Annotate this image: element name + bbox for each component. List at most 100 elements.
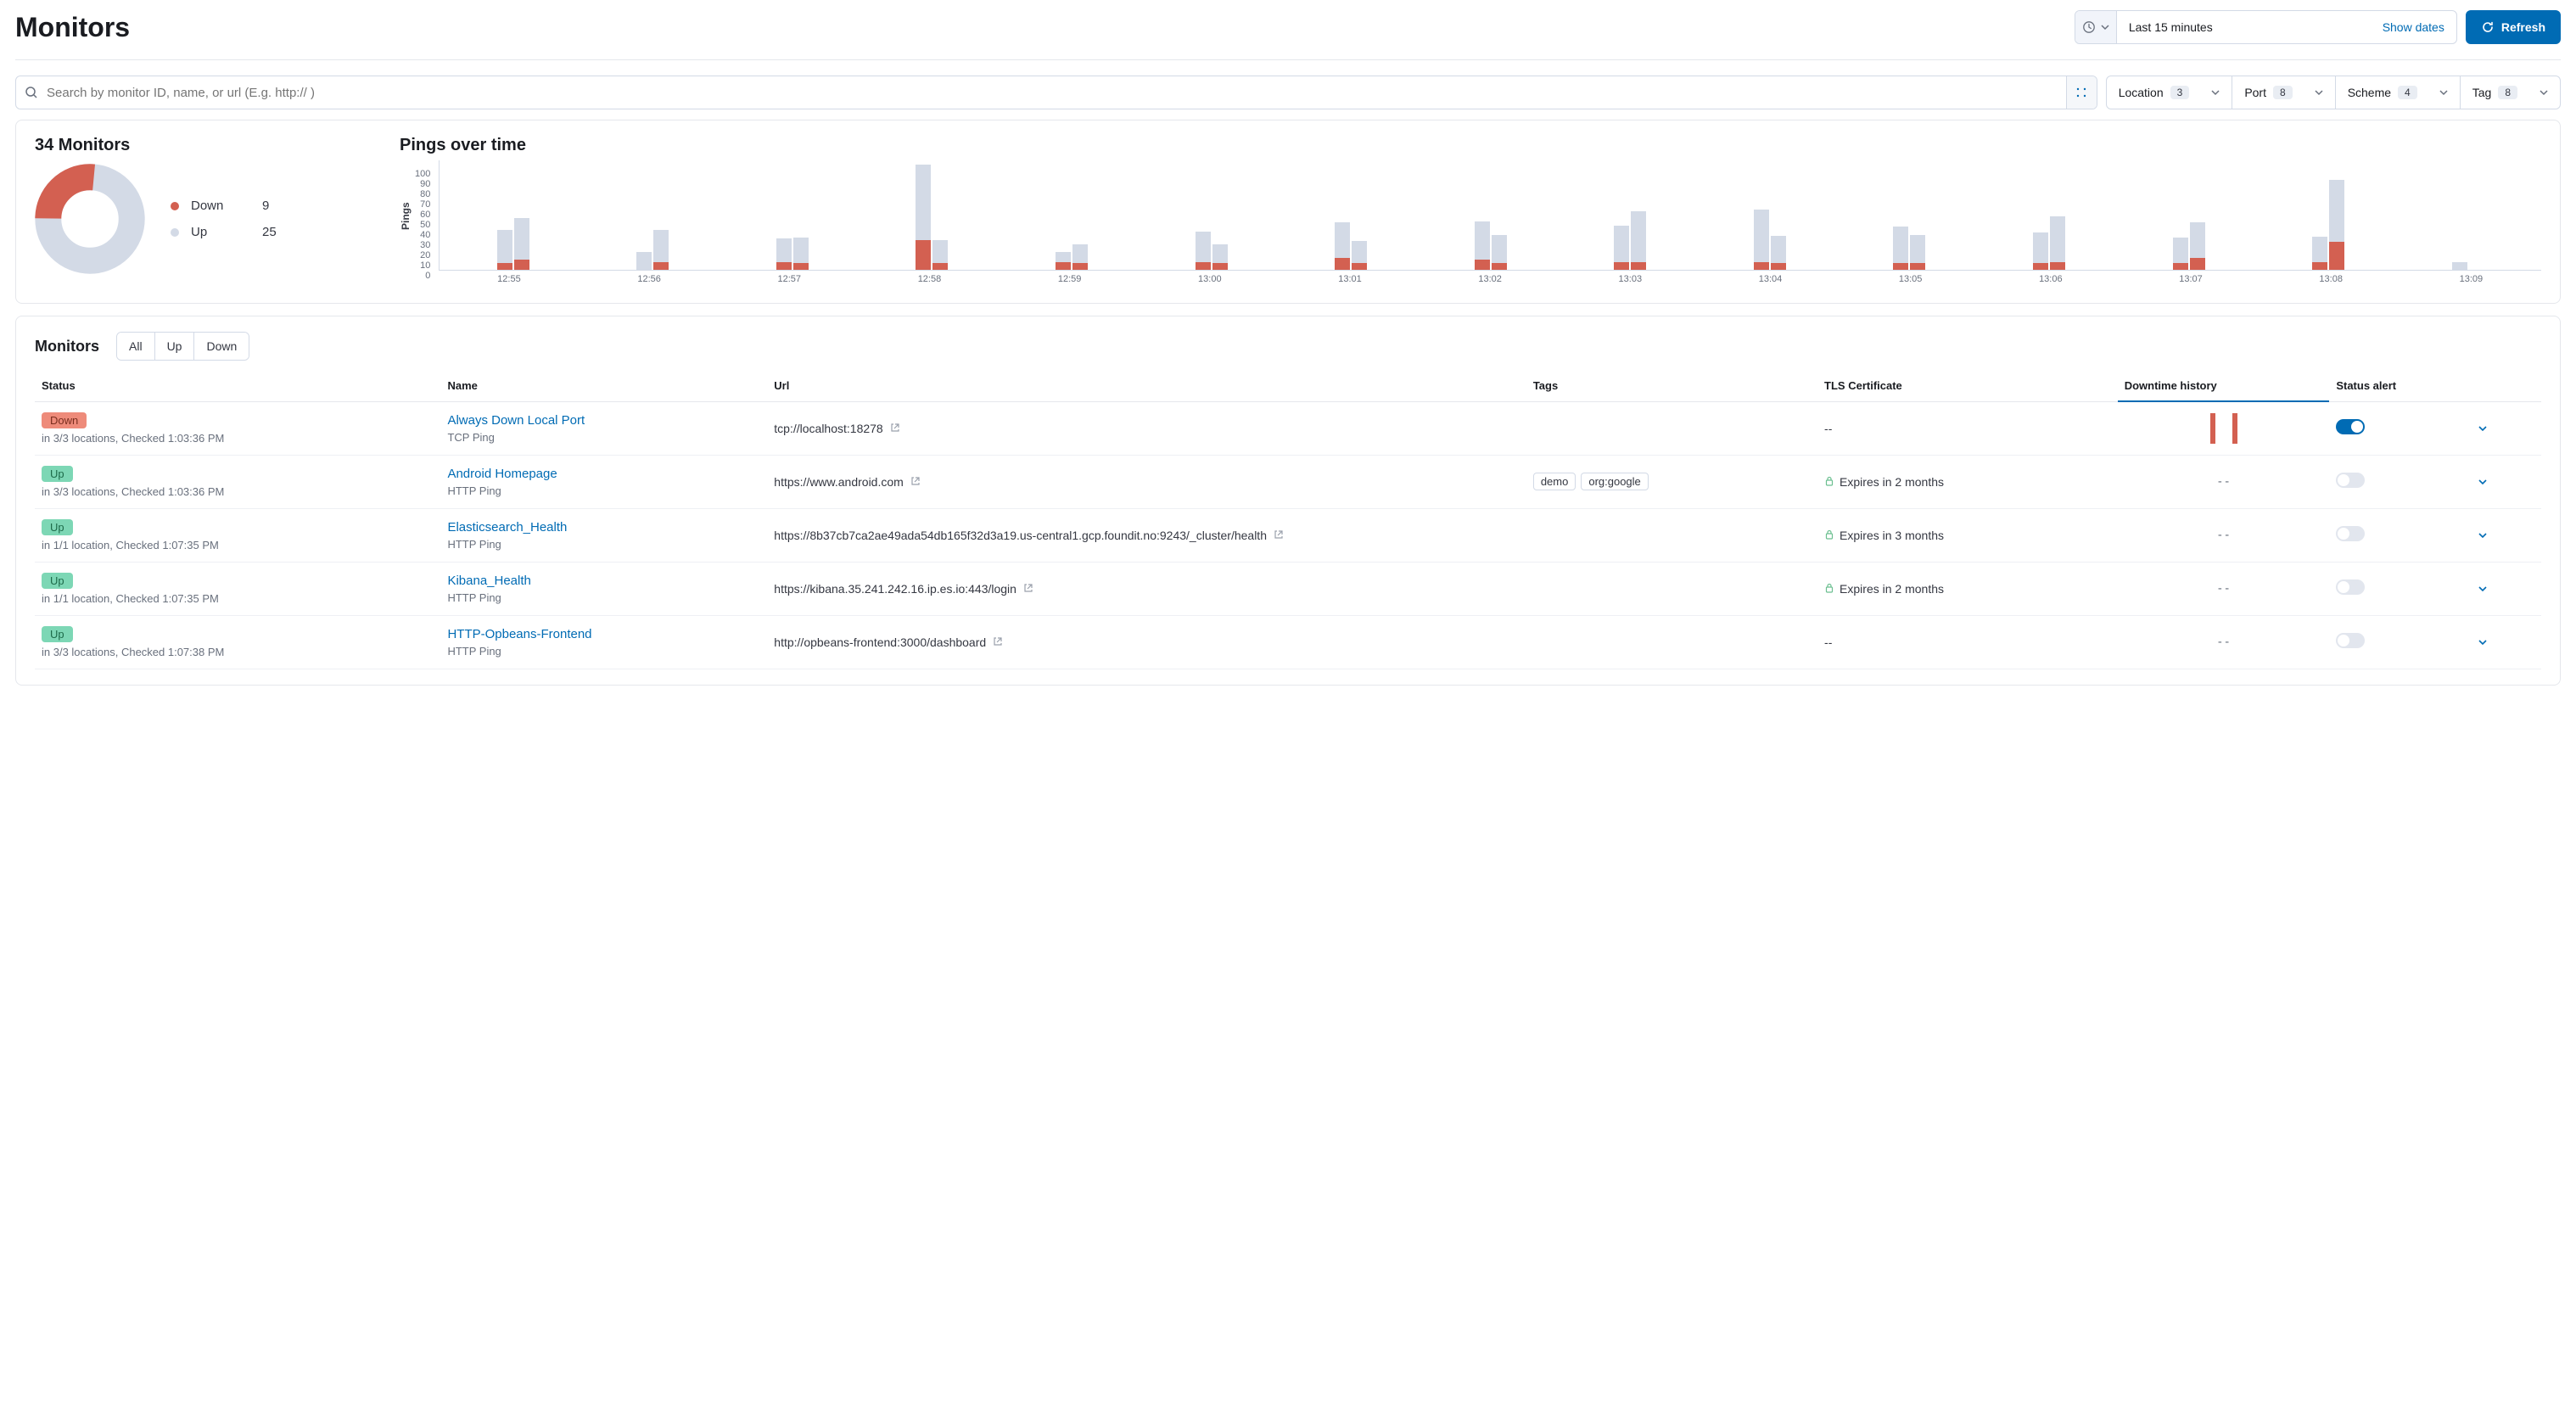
legend-label: Down	[191, 199, 250, 213]
filter-location[interactable]: Location 3	[2107, 76, 2233, 109]
search-icon	[25, 86, 38, 99]
date-range-display[interactable]: Last 15 minutes Show dates	[2117, 11, 2456, 43]
date-picker-quick-select[interactable]	[2075, 11, 2117, 43]
expand-row-button[interactable]	[2478, 637, 2534, 647]
col-header-alert[interactable]: Status alert	[2329, 372, 2470, 401]
bar-group	[2119, 222, 2259, 270]
bar-segment-up	[1910, 235, 1925, 263]
bar-segment-up	[497, 230, 512, 263]
x-tick: 13:07	[2120, 274, 2260, 284]
bar-segment-up	[776, 238, 792, 261]
search-filters-row: Location 3 Port 8 Scheme 4 Tag 8	[15, 76, 2561, 109]
chart-bar	[1072, 244, 1088, 270]
donut-legend: Down 9 Up 25	[171, 199, 277, 239]
external-link-icon[interactable]	[1274, 529, 1284, 542]
chart-bar	[497, 230, 512, 270]
status-subtext: in 3/3 locations, Checked 1:03:36 PM	[42, 432, 434, 445]
monitor-name-link[interactable]: Elasticsearch_Health	[447, 520, 567, 535]
monitor-name-link[interactable]: Always Down Local Port	[447, 413, 585, 428]
chevron-down-icon	[2439, 88, 2448, 97]
bar-segment-up	[2033, 232, 2048, 262]
pings-chart-section: Pings over time Pings 100908070605040302…	[400, 136, 2541, 288]
refresh-button[interactable]: Refresh	[2466, 10, 2561, 44]
x-tick: 12:58	[860, 274, 1000, 284]
bar-segment-down	[916, 240, 931, 270]
filter-scheme[interactable]: Scheme 4	[2336, 76, 2461, 109]
chart-bar	[1631, 211, 1646, 270]
monitor-url: https://kibana.35.241.242.16.ip.es.io:44…	[774, 582, 1016, 596]
tab-down[interactable]: Down	[193, 333, 249, 360]
bar-segment-down	[2190, 258, 2205, 270]
col-header-name[interactable]: Name	[440, 372, 767, 401]
status-filter-tabs: AllUpDown	[116, 332, 249, 361]
bar-segment-down	[1893, 263, 1908, 270]
bar-segment-down	[1614, 262, 1629, 270]
col-header-tls[interactable]: TLS Certificate	[1817, 372, 2118, 401]
monitor-name-link[interactable]: Android Homepage	[447, 467, 557, 481]
expand-row-button[interactable]	[2478, 477, 2534, 487]
chart-bar	[1352, 241, 1367, 270]
bar-segment-up	[1754, 210, 1769, 261]
bar-segment-up	[1352, 241, 1367, 263]
bar-segment-down	[1335, 258, 1350, 270]
external-link-icon[interactable]	[1023, 583, 1033, 596]
tab-up[interactable]: Up	[154, 333, 194, 360]
expand-row-button[interactable]	[2478, 423, 2534, 434]
bar-segment-down	[653, 262, 669, 270]
bar-segment-down	[1196, 262, 1211, 270]
monitor-name-link[interactable]: HTTP-Opbeans-Frontend	[447, 627, 591, 641]
external-link-icon[interactable]	[993, 636, 1003, 649]
status-alert-toggle[interactable]	[2336, 579, 2365, 595]
refresh-button-label: Refresh	[2501, 20, 2545, 34]
filter-port[interactable]: Port 8	[2232, 76, 2335, 109]
status-alert-toggle[interactable]	[2336, 526, 2365, 541]
tags-cell: demo org:google	[1526, 455, 1817, 508]
search-settings-button[interactable]	[2066, 76, 2097, 109]
bar-segment-up	[2050, 216, 2065, 261]
expand-row-button[interactable]	[2478, 584, 2534, 594]
chart-bar	[2190, 222, 2205, 270]
external-link-icon[interactable]	[890, 423, 900, 435]
tls-expiry: Expires in 2 months	[1840, 582, 1944, 596]
bar-segment-up	[2190, 222, 2205, 257]
chart-y-label: Pings	[400, 218, 412, 230]
x-tick: 13:00	[1140, 274, 1280, 284]
external-link-icon[interactable]	[910, 476, 921, 489]
chart-x-ticks: 12:5512:5612:5712:5812:5913:0013:0113:02…	[439, 271, 2541, 284]
search-box	[15, 76, 2097, 109]
chevron-down-icon	[2101, 23, 2109, 31]
col-header-tags[interactable]: Tags	[1526, 372, 1817, 401]
col-header-status[interactable]: Status	[35, 372, 440, 401]
page-title: Monitors	[15, 12, 130, 43]
filter-label: Port	[2244, 86, 2266, 99]
bar-segment-up	[1475, 221, 1490, 260]
col-header-url[interactable]: Url	[767, 372, 1526, 401]
status-alert-toggle[interactable]	[2336, 633, 2365, 648]
show-dates-link[interactable]: Show dates	[2383, 20, 2444, 34]
tag-chip[interactable]: org:google	[1581, 473, 1648, 490]
downtime-empty: --	[2216, 635, 2231, 649]
status-donut-chart	[35, 164, 145, 274]
col-header-downtime[interactable]: Downtime history	[2118, 372, 2330, 401]
search-input[interactable]	[47, 86, 2058, 100]
bar-segment-up	[1893, 227, 1908, 263]
monitor-type: HTTP Ping	[447, 484, 760, 497]
table-title: Monitors	[35, 338, 99, 355]
bar-segment-down	[1072, 263, 1088, 270]
status-alert-toggle[interactable]	[2336, 419, 2365, 434]
x-tick: 13:06	[1980, 274, 2120, 284]
expand-row-button[interactable]	[2478, 530, 2534, 540]
filter-tag[interactable]: Tag 8	[2461, 76, 2560, 109]
clock-icon	[2082, 20, 2096, 34]
bar-segment-down	[1492, 263, 1507, 270]
legend-label: Up	[191, 225, 250, 239]
tab-all[interactable]: All	[117, 333, 154, 360]
date-picker[interactable]: Last 15 minutes Show dates	[2075, 10, 2457, 44]
filter-count-badge: 3	[2170, 86, 2190, 99]
status-alert-toggle[interactable]	[2336, 473, 2365, 488]
bar-group	[723, 238, 863, 270]
chart-bar	[2033, 232, 2048, 270]
monitor-name-link[interactable]: Kibana_Health	[447, 574, 530, 588]
settings-icon	[2075, 87, 2087, 98]
tag-chip[interactable]: demo	[1533, 473, 1576, 490]
